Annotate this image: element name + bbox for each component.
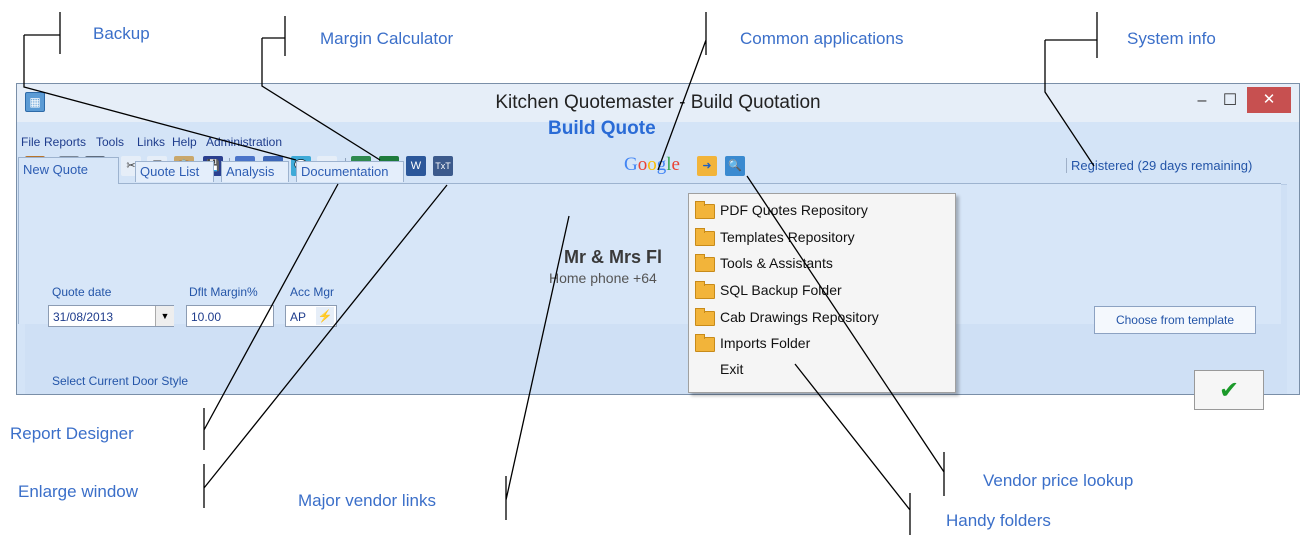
google-letter: o [637,154,648,175]
customer-phone: Home phone +64 [549,270,657,286]
tab-quote-list[interactable]: Quote List [135,161,214,182]
quote-date-value: 31/08/2013 [53,310,114,324]
menu-item-label: Templates Repository [720,229,855,245]
callout-system-info: System info [1127,29,1216,48]
menu-reports[interactable]: Reports [44,135,86,149]
title-bar: ▦ Kitchen Quotemaster - Build Quotation … [17,84,1299,122]
door-style-label: Select Current Door Style [52,374,189,388]
text-editor-icon[interactable]: TxT [433,156,453,176]
menu-links[interactable]: Links [137,135,165,149]
folder-icon [695,254,715,272]
dflt-margin-input[interactable]: 10.00 [186,305,274,327]
tab-new-quote[interactable]: New Quote [18,157,119,184]
dflt-margin-label: Dflt Margin% [189,285,258,299]
menu-item-cab-drawings-repository[interactable]: Cab Drawings Repository [689,305,955,331]
word-icon[interactable]: W [406,156,426,176]
google-letter: G [624,154,638,175]
window-title: Kitchen Quotemaster - Build Quotation [495,92,821,113]
callout-margin-calculator: Margin Calculator [320,29,454,48]
chevron-down-icon[interactable]: ▼ [155,306,174,326]
menu-item-pdf-quotes-repository[interactable]: PDF Quotes Repository [689,198,955,224]
customer-name: Mr & Mrs Fl [564,247,663,267]
google-letter: g [656,154,667,175]
menu-tools[interactable]: Tools [96,135,124,149]
folder-icon [695,308,715,326]
callout-backup: Backup [93,24,150,43]
callout-vendor-price-lookup: Vendor price lookup [983,471,1134,490]
menu-item-label: Cab Drawings Repository [720,309,879,325]
maximize-button[interactable]: ☐ [1217,88,1243,114]
callout-enlarge-window: Enlarge window [18,482,139,501]
menu-item-label: PDF Quotes Repository [720,202,868,218]
menu-item-label: Exit [720,361,744,377]
google-letter: o [647,154,657,175]
menu-item-tools-assistants[interactable]: Tools & Assistants [689,251,955,277]
confirm-button[interactable]: ✔ [1194,370,1264,410]
menu-file[interactable]: File [21,135,40,149]
folder-icon [695,334,715,352]
quote-date-label: Quote date [52,285,112,299]
minimize-button[interactable]: – [1189,88,1215,114]
menu-help[interactable]: Help [172,135,197,149]
registration-status: Registered (29 days remaining) [1066,158,1252,173]
google-letter: e [671,154,680,175]
callout-major-vendor-links: Major vendor links [298,491,436,510]
choose-template-button[interactable]: Choose from template [1094,306,1256,334]
callout-handy-folders: Handy folders [946,511,1051,530]
close-button[interactable]: ✕ [1247,87,1291,113]
acc-mgr-label: Acc Mgr [290,285,335,299]
menu-administration[interactable]: Administration [206,135,282,149]
google-link[interactable]: Google [624,154,680,176]
panel-title: Build Quote [548,118,656,139]
folder-icon [695,281,715,299]
menu-item-sql-backup-folder[interactable]: SQL Backup Folder [689,278,955,304]
menu-item-label: Tools & Assistants [720,255,833,271]
menu-item-label: SQL Backup Folder [720,282,842,298]
menu-item-label: Imports Folder [720,335,811,351]
tab-analysis[interactable]: Analysis [221,161,289,182]
menu-item-templates-repository[interactable]: Templates Repository [689,225,955,251]
menu-item-imports-folder[interactable]: Imports Folder [689,331,955,357]
callout-report-designer: Report Designer [10,424,134,443]
callout-common-applications: Common applications [740,29,904,48]
folder-icon [695,228,715,246]
menu-item-exit[interactable]: Exit [689,357,955,383]
quote-date-picker[interactable]: 31/08/2013 ▼ [48,305,174,327]
tab-documentation[interactable]: Documentation [296,161,404,182]
folder-icon [695,201,715,219]
folders-icon[interactable]: ➜ [697,156,717,176]
edit-icon[interactable]: ⚡ [316,307,334,325]
folders-menu: PDF Quotes Repository Templates Reposito… [688,193,956,393]
vendor-price-lookup-icon[interactable]: 🔍 [725,156,745,176]
